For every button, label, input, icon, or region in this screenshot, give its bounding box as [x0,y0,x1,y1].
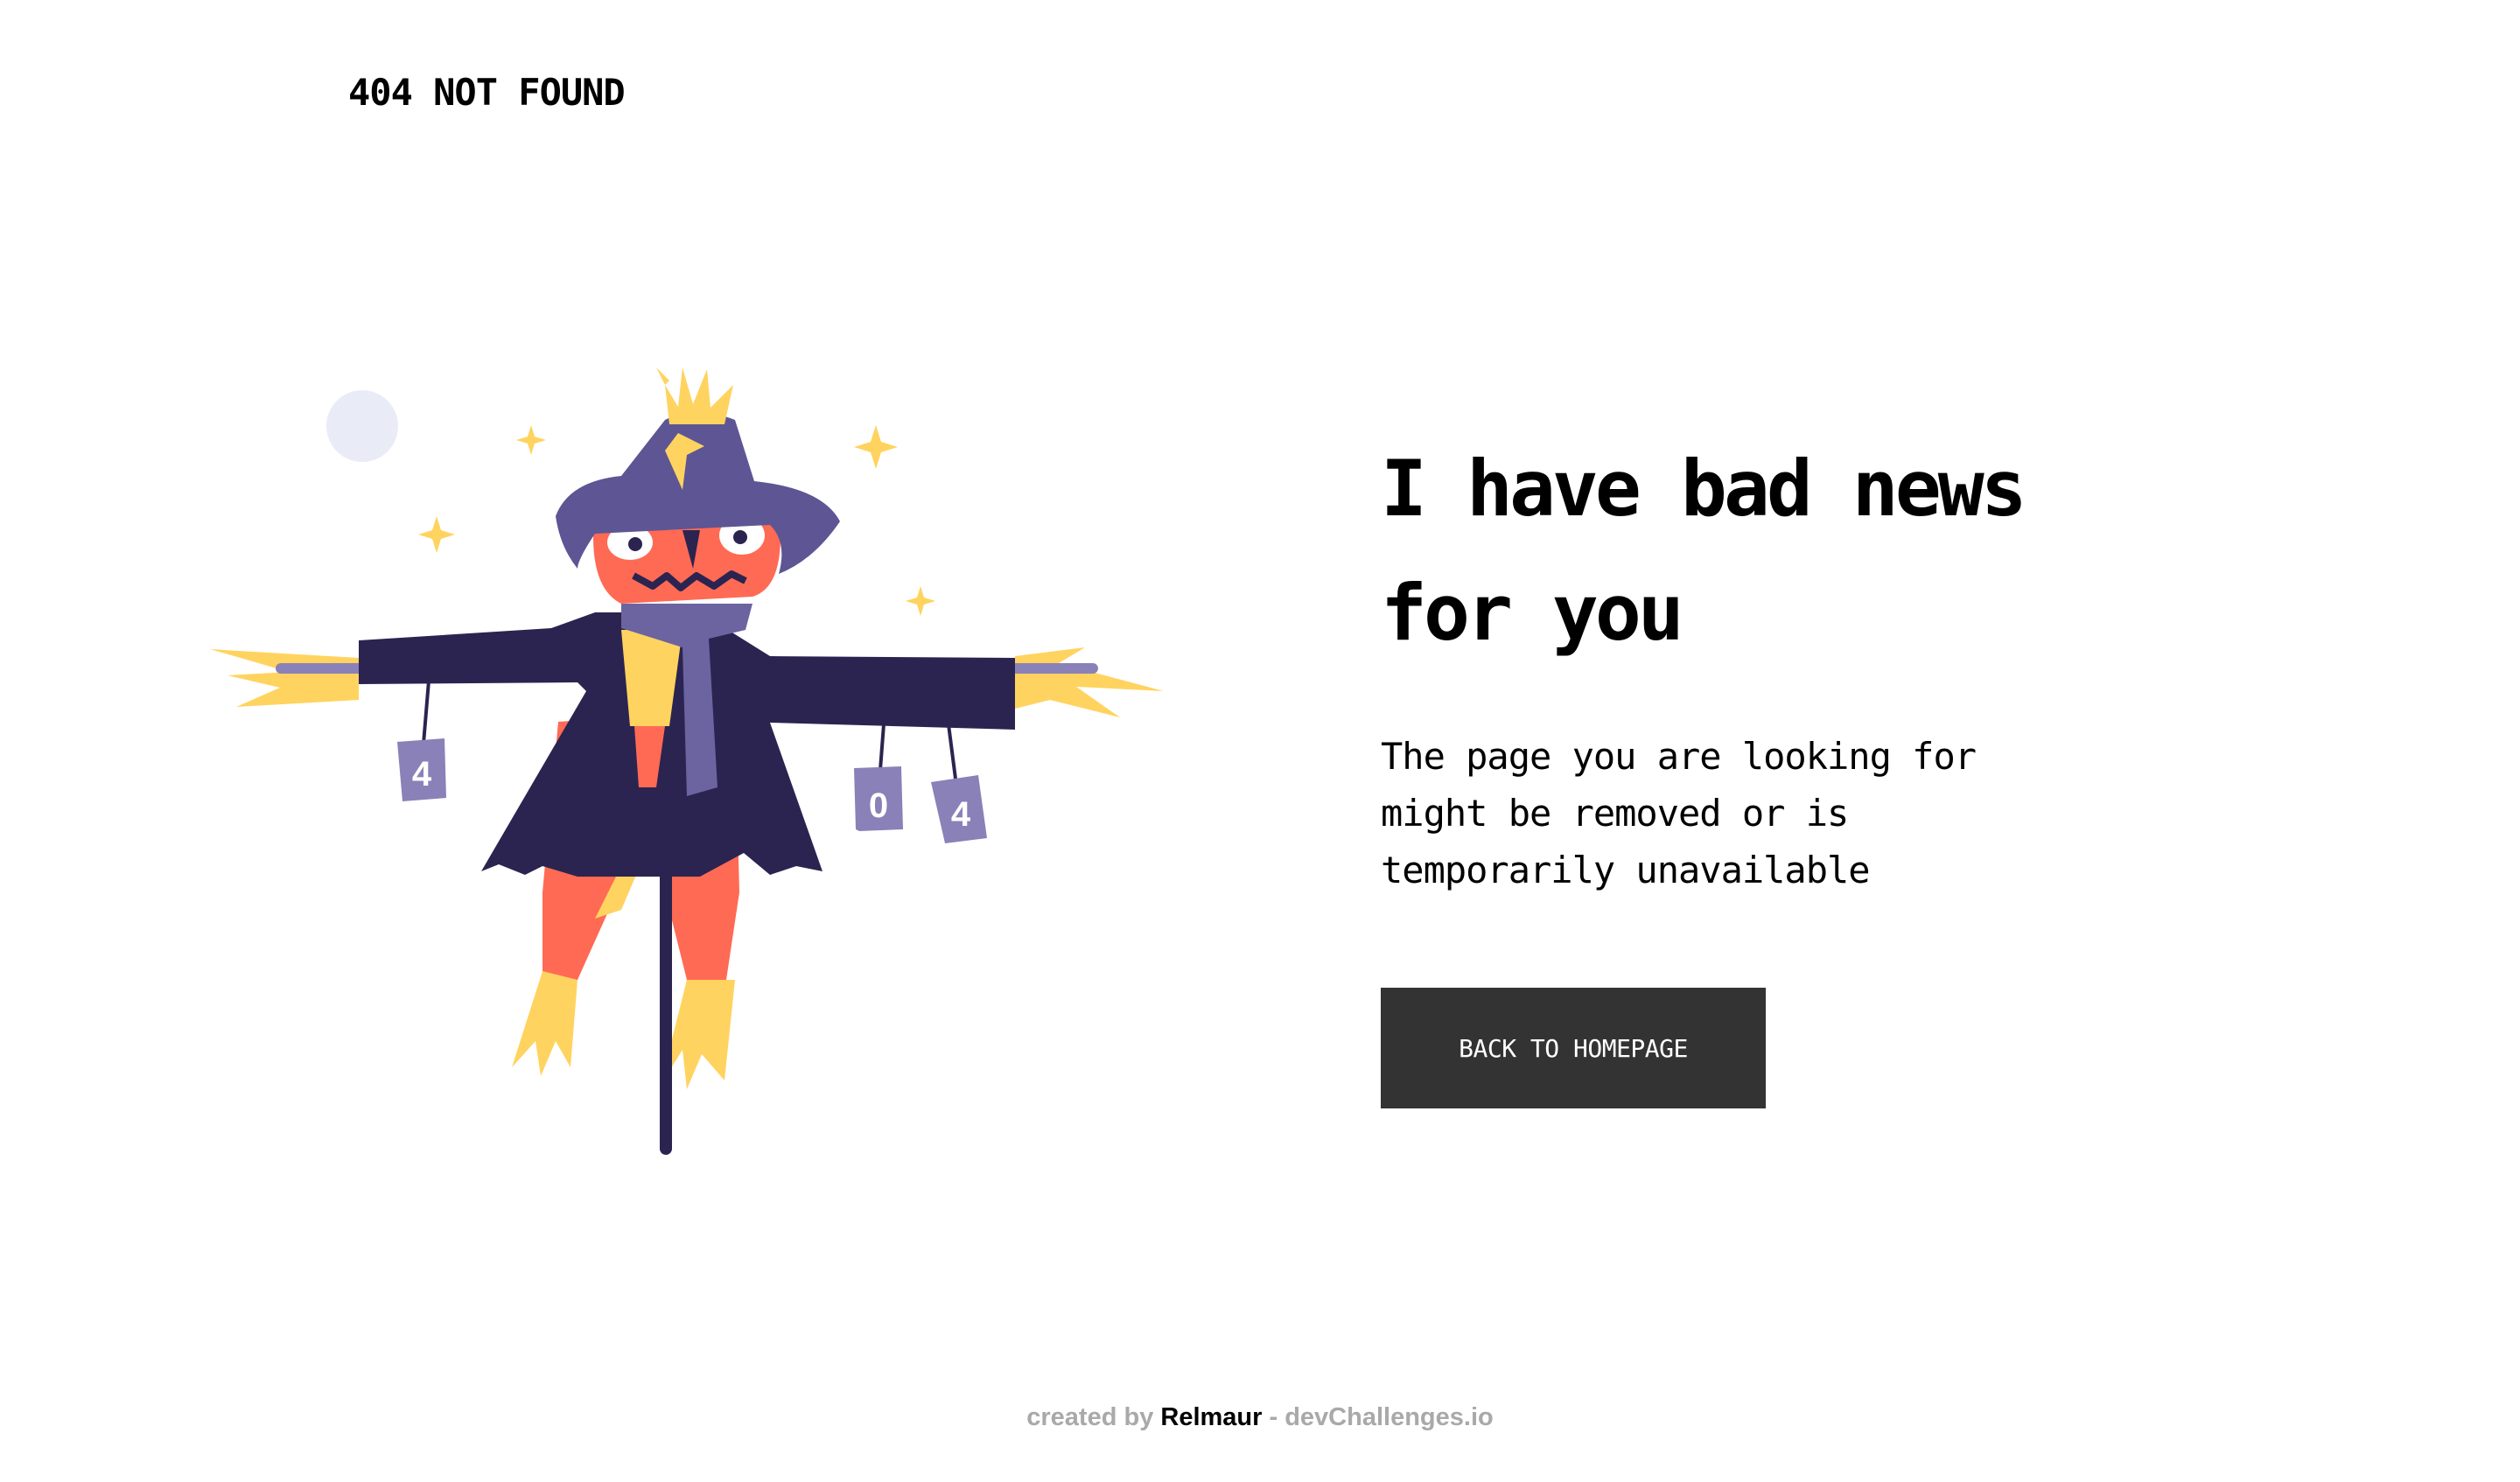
footer-prefix: created by [1026,1403,1154,1431]
can-label: 4 [951,795,971,834]
error-message: The page you are looking for might be re… [1381,735,1977,891]
hat-straw-icon [665,367,733,424]
scarecrow-illustration: 4 0 4 [210,350,1172,1155]
site-logo[interactable]: 404 NOT FOUND [348,68,626,117]
footer-suffix-link[interactable]: - devChallenges.io [1270,1403,1494,1431]
not-found-page: 404 NOT FOUND 4 0 4 I have bad news for … [0,0,2520,1482]
page-headline: I have bad news for you [1381,444,2027,658]
moon-icon [326,390,398,462]
can-label: 4 [412,755,432,793]
right-straw-icon [1015,647,1164,717]
back-to-homepage-button[interactable]: BACK TO HOMEPAGE [1381,988,1766,1108]
left-straw-icon [210,649,359,707]
footer-author-link[interactable]: Relmaur [1160,1403,1262,1431]
footer: created by Relmaur - devChallenges.io [0,1400,2520,1435]
can-label: 0 [869,786,888,825]
main-content: I have bad news for you The page you are… [1381,427,2256,1108]
